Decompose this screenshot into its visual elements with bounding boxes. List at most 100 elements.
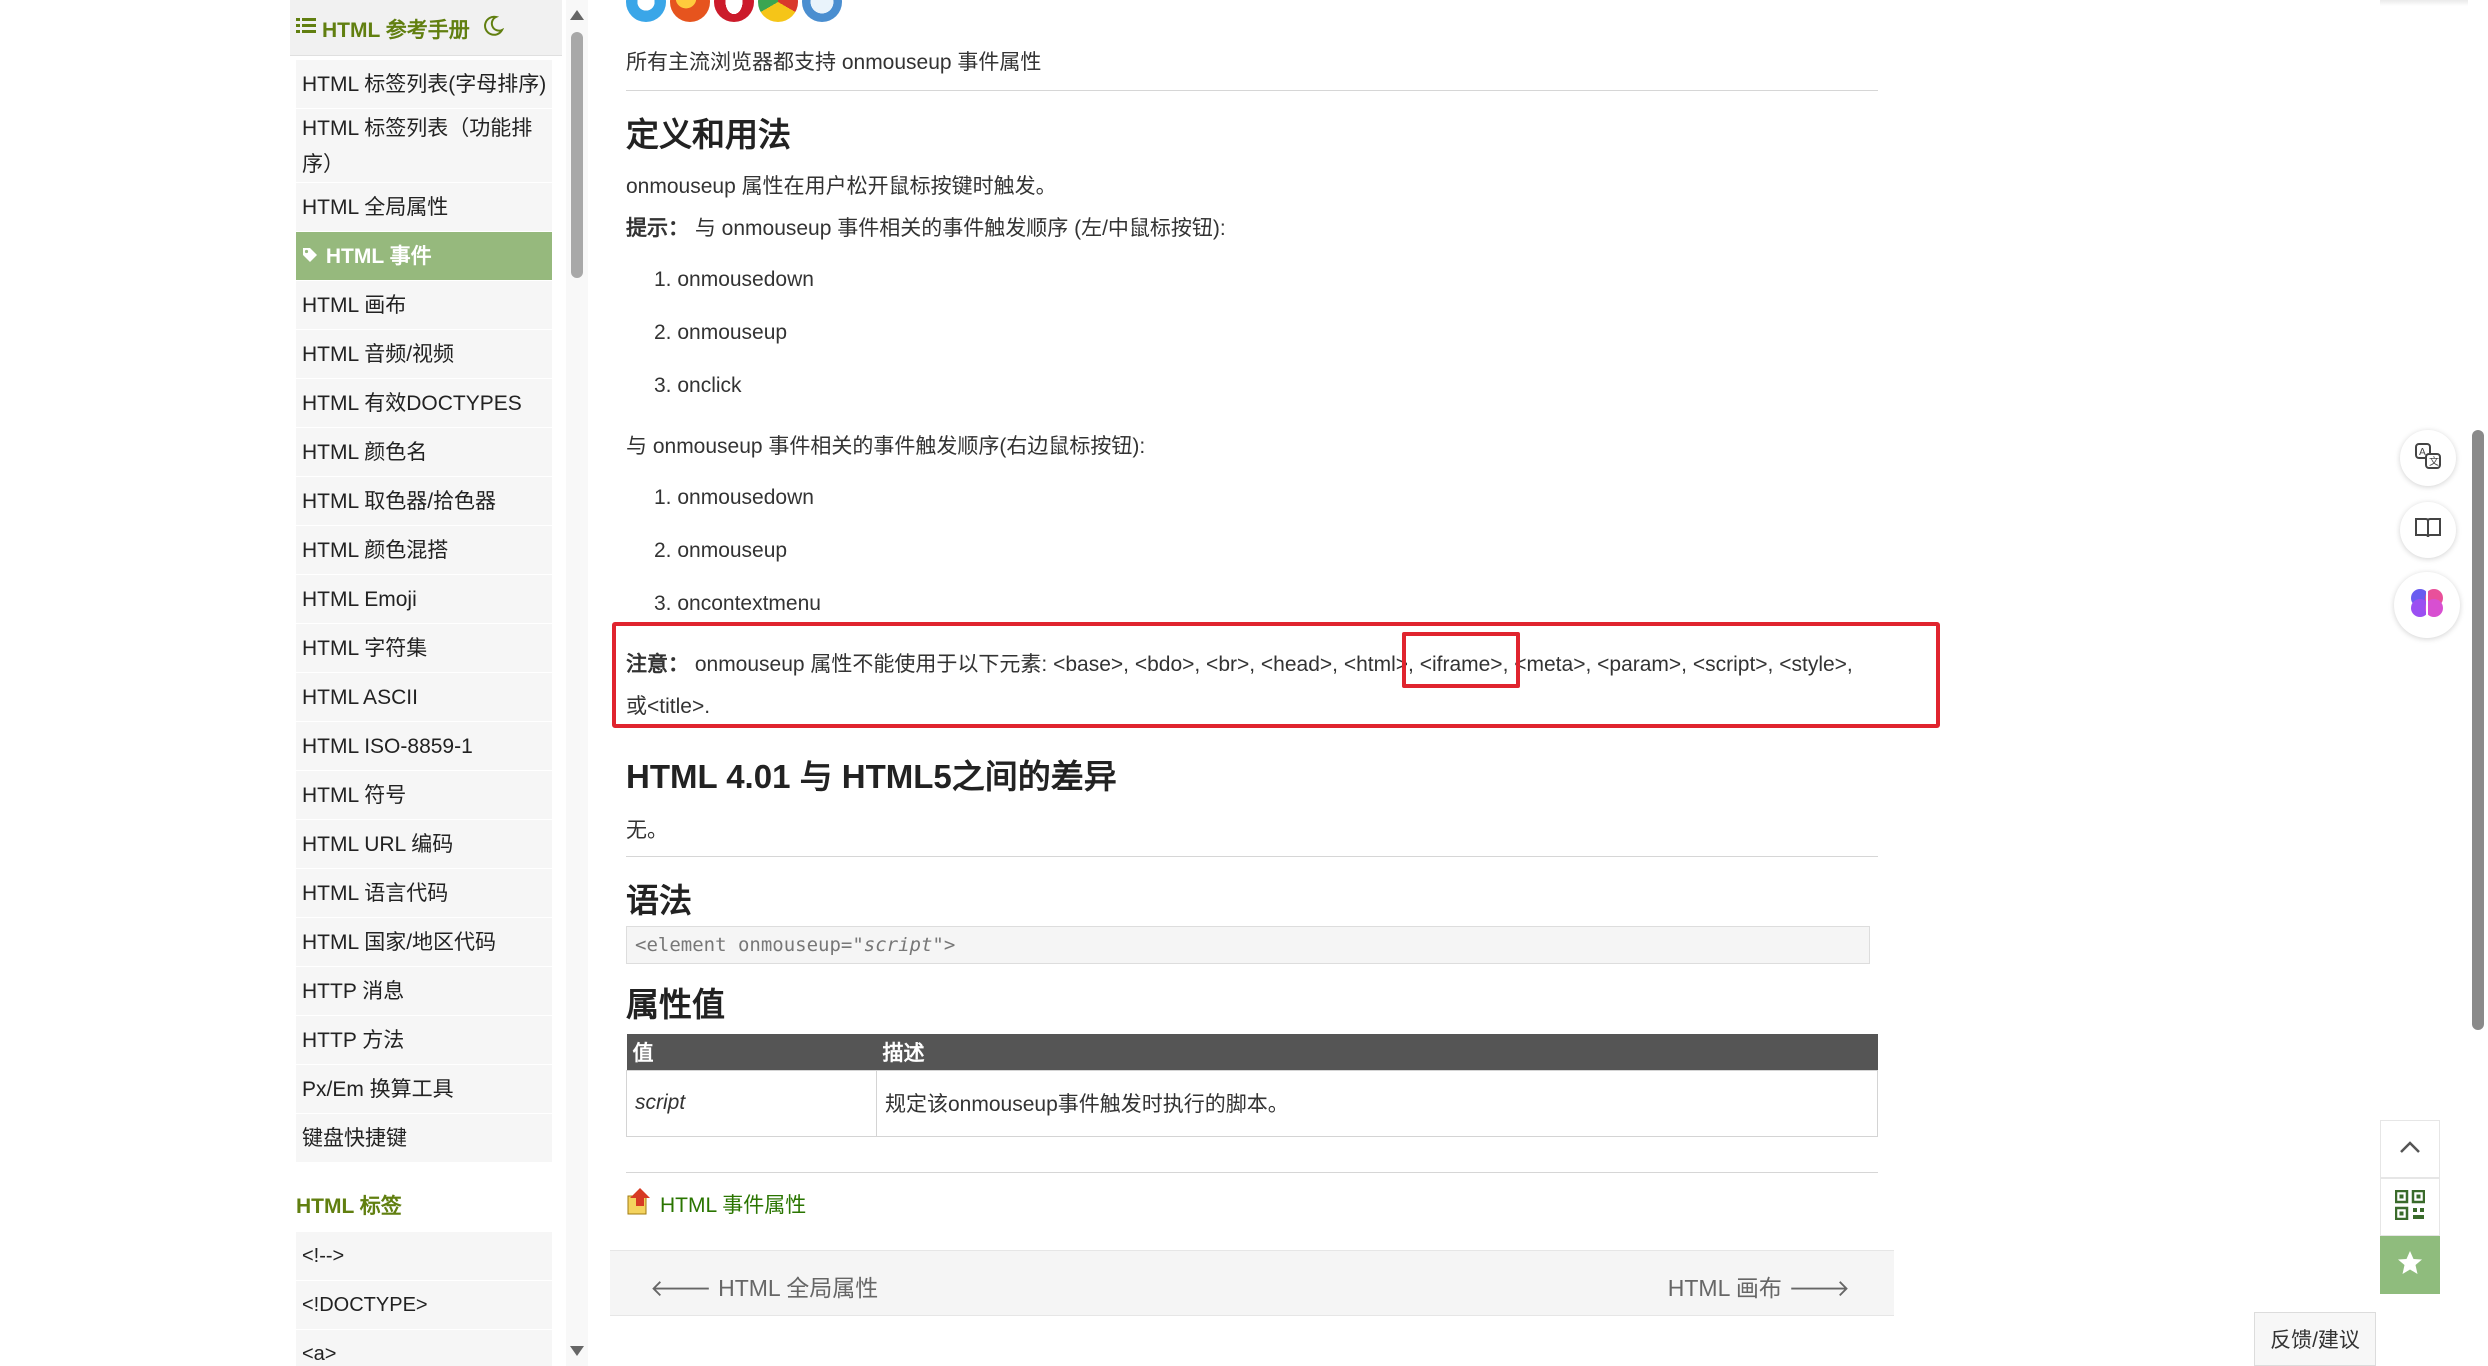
table-row: script 规定该onmouseup事件触发时执行的脚本。 [626, 1069, 1878, 1137]
sidebar-item-color-names[interactable]: HTML 颜色名 [296, 428, 552, 477]
divider [626, 856, 1878, 857]
syntax-script: script [863, 934, 933, 956]
list-icon [296, 17, 316, 41]
prev-page-label: HTML 全局属性 [718, 1275, 879, 1301]
sidebar-item-color-mix[interactable]: HTML 颜色混搭 [296, 526, 552, 575]
table-header-desc: 描述 [876, 1034, 1878, 1070]
next-page-label: HTML 画布 [1667, 1275, 1782, 1301]
table-cell-desc: 规定该onmouseup事件触发时执行的脚本。 [876, 1069, 1878, 1137]
scroll-up-icon[interactable] [570, 10, 584, 20]
sidebar-item-canvas[interactable]: HTML 画布 [296, 281, 552, 330]
scroll-down-icon[interactable] [570, 1346, 584, 1356]
favorite-button[interactable] [2380, 1236, 2440, 1294]
tip-body: 与 onmouseup 事件相关的事件触发顺序 (左/中鼠标按钮): [689, 217, 1226, 240]
reference-menu: HTML 标签列表(字母排序) HTML 标签列表（功能排序） HTML 全局属… [296, 60, 552, 1163]
table-header-value: 值 [626, 1034, 877, 1070]
reader-button[interactable] [2400, 502, 2456, 558]
highlight-box-note [612, 622, 1940, 728]
sidebar-item-label: HTML 事件 [325, 245, 432, 268]
translate-icon: A文 [2414, 442, 2442, 475]
sidebar-item-country-codes[interactable]: HTML 国家/地区代码 [296, 918, 552, 967]
tag-item-doctype[interactable]: <!DOCTYPE> [296, 1281, 552, 1330]
sidebar-title[interactable]: HTML 参考手册 [296, 14, 505, 44]
right-order-item: 1. onmousedown [654, 486, 814, 509]
sidebar-item-lang-codes[interactable]: HTML 语言代码 [296, 869, 552, 918]
prev-page-link[interactable]: 🡐 HTML 全局属性 [650, 1269, 878, 1303]
next-page-link[interactable]: HTML 画布 🡒 [1668, 1269, 1850, 1303]
table-cell-value: script [626, 1069, 877, 1137]
star-icon [2396, 1249, 2424, 1282]
tag-item-comment[interactable]: <!--> [296, 1232, 552, 1281]
sidebar-item-emoji[interactable]: HTML Emoji [296, 575, 552, 624]
sidebar-item-http-methods[interactable]: HTTP 方法 [296, 1016, 552, 1065]
syntax-prefix: <element onmouseup=" [635, 934, 864, 956]
back-to-top-button[interactable] [2380, 1120, 2440, 1178]
browser-support-icons [626, 0, 842, 22]
page-scroll-thumb[interactable] [2472, 430, 2484, 1030]
heading-definition: 定义和用法 [626, 116, 791, 153]
right-order-item: 3. oncontextmenu [654, 592, 821, 615]
definition-text: onmouseup 属性在用户松开鼠标按键时触发。 [626, 175, 1057, 198]
ai-assistant-button[interactable] [2394, 572, 2460, 638]
syntax-suffix: "> [932, 934, 956, 956]
page-scrollbar[interactable] [2468, 0, 2488, 1366]
side-buttons [2380, 1120, 2440, 1294]
sidebar-item-tags-alpha[interactable]: HTML 标签列表(字母排序) [296, 60, 552, 109]
safari-icon [802, 0, 842, 22]
sidebar-scroll-thumb[interactable] [571, 32, 583, 278]
attribute-table: 值 描述 script 规定该onmouseup事件触发时执行的脚本。 [626, 1034, 1878, 1137]
heading-values: 属性值 [626, 986, 725, 1023]
left-order-item: 3. onclick [654, 374, 742, 397]
sidebar-item-charset[interactable]: HTML 字符集 [296, 624, 552, 673]
tag-item-a[interactable]: <a> [296, 1330, 552, 1366]
ref-link-events[interactable]: HTML 事件属性 [626, 1186, 806, 1222]
support-text: 所有主流浏览器都支持 onmouseup 事件属性 [626, 51, 1042, 74]
left-order-item: 1. onmousedown [654, 268, 814, 291]
arrow-left-icon: 🡐 [650, 1275, 712, 1301]
sidebar-item-ascii[interactable]: HTML ASCII [296, 673, 552, 722]
sidebar-scrollbar[interactable] [566, 0, 588, 1366]
moon-icon[interactable] [482, 15, 505, 43]
sidebar-item-global-attrs[interactable]: HTML 全局属性 [296, 183, 552, 232]
sidebar-item-color-picker[interactable]: HTML 取色器/拾色器 [296, 477, 552, 526]
left-order-item: 2. onmouseup [654, 321, 788, 344]
up-arrow-icon [626, 1186, 654, 1222]
page-nav: 🡐 HTML 全局属性 HTML 画布 🡒 [610, 1250, 1894, 1316]
sidebar-item-px-em[interactable]: Px/Em 换算工具 [296, 1065, 552, 1114]
sidebar-item-symbols[interactable]: HTML 符号 [296, 771, 552, 820]
tip-text: 提示： 与 onmouseup 事件相关的事件触发顺序 (左/中鼠标按钮): [626, 212, 1226, 242]
sidebar-item-http-messages[interactable]: HTTP 消息 [296, 967, 552, 1016]
sidebar-item-events[interactable]: HTML 事件 [296, 232, 552, 281]
right-order-item: 2. onmouseup [654, 539, 788, 562]
table-header-row: 值 描述 [626, 1034, 1878, 1070]
sidebar-item-url-encode[interactable]: HTML URL 编码 [296, 820, 552, 869]
firefox-icon [670, 0, 710, 22]
sidebar-section-title: HTML 标签 [296, 1195, 402, 1218]
sidebar-item-doctypes[interactable]: HTML 有效DOCTYPES [296, 379, 552, 428]
opera-icon [714, 0, 754, 22]
heading-syntax: 语法 [626, 882, 692, 919]
translate-button[interactable]: A文 [2400, 430, 2456, 486]
heading-diff: HTML 4.01 与 HTML5之间的差异 [626, 758, 1117, 795]
svg-text:A: A [2419, 447, 2426, 458]
diff-text: 无。 [626, 819, 668, 842]
tag-icon [302, 232, 320, 281]
divider [626, 90, 1878, 91]
ref-link-label: HTML 事件属性 [660, 1194, 807, 1217]
syntax-code: <element onmouseup="script"> [626, 926, 1870, 964]
qrcode-icon [2394, 1189, 2426, 1225]
chevron-up-icon [2399, 1140, 2421, 1159]
sidebar-header: HTML 参考手册 [290, 0, 562, 56]
chrome-icon [758, 0, 798, 22]
feedback-button[interactable]: 反馈/建议 [2254, 1312, 2376, 1366]
tip-label: 提示： [626, 217, 689, 240]
sidebar-item-shortcuts[interactable]: 键盘快捷键 [296, 1114, 552, 1163]
divider [626, 1172, 1878, 1173]
sidebar-item-audio-video[interactable]: HTML 音频/视频 [296, 330, 552, 379]
sidebar-title-label: HTML 参考手册 [322, 19, 470, 42]
sidebar-item-iso[interactable]: HTML ISO-8859-1 [296, 722, 552, 771]
tag-menu: <!--> <!DOCTYPE> <a> [296, 1232, 552, 1366]
brain-icon [2408, 586, 2446, 625]
qrcode-button[interactable] [2380, 1178, 2440, 1236]
sidebar-item-tags-func[interactable]: HTML 标签列表（功能排序） [296, 109, 552, 183]
